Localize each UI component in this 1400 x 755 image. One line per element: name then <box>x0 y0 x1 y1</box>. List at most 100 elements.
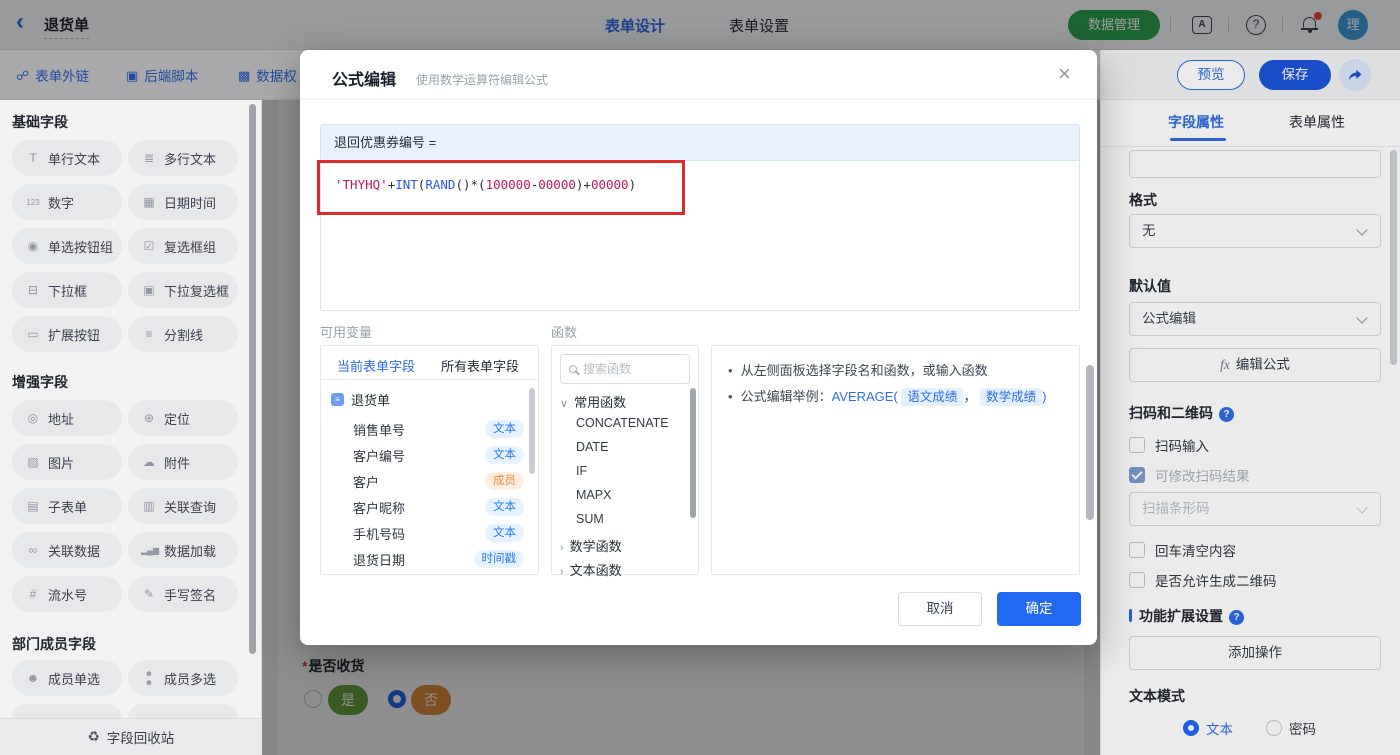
sidebar-item-member-single[interactable]: ☻ 成员单选 <box>12 660 122 696</box>
close-icon[interactable]: × <box>1058 61 1071 87</box>
functions-scrollbar[interactable] <box>690 388 696 518</box>
add-action-button[interactable]: 添加操作 <box>1129 636 1381 670</box>
panel-scrollbar[interactable] <box>1390 150 1397 365</box>
function-item-sum[interactable]: SUM <box>576 512 604 526</box>
variable-type-badge: 时间戳 <box>473 549 524 569</box>
caret-right-icon: › <box>560 566 564 578</box>
variables-scrollbar[interactable] <box>529 388 535 474</box>
help-icon[interactable]: ? <box>1246 15 1266 35</box>
properties-panel: 预览 保存 字段属性 表单属性 格式 无 默认值 公式编辑 fx 编辑公式 扫码和… <box>1100 50 1400 755</box>
sidebar-item-number[interactable]: 123 数字 <box>12 184 122 220</box>
tab-form-properties[interactable]: 表单属性 <box>1289 112 1345 132</box>
default-value-select[interactable]: 公式编辑 <box>1129 302 1381 336</box>
radio-text-selected[interactable] <box>1183 720 1199 736</box>
sidebar-item-attachment[interactable]: ☁ 附件 <box>128 444 238 480</box>
scan-input-checkbox-row[interactable]: 扫码输入 <box>1129 435 1209 455</box>
sidebar-item-radio-group[interactable]: ◉ 单选按钮组 <box>12 228 122 264</box>
dropdown-multi-icon: ▣ <box>143 283 155 297</box>
sidebar-item-label: 成员单选 <box>48 671 101 687</box>
checkbox-unchecked-icon[interactable] <box>1129 542 1145 558</box>
function-group-expanded[interactable]: ∨ 常用函数 <box>560 392 626 411</box>
variable-row-customer-nickname[interactable]: 客户昵称 文本 <box>353 494 524 520</box>
field-recycle-bin[interactable]: ♻ 字段回收站 <box>0 718 262 755</box>
sidebar-item-image[interactable]: ▨ 图片 <box>12 444 122 480</box>
receive-yes-pill[interactable]: 是 <box>328 685 368 715</box>
share-button[interactable] <box>1339 59 1371 91</box>
sidebar-item-datetime[interactable]: ▦ 日期时间 <box>128 184 238 220</box>
variable-row-customer-no[interactable]: 客户编号 文本 <box>353 442 524 468</box>
confirm-button[interactable]: 确定 <box>997 592 1081 626</box>
sidebar-item-partial[interactable] <box>12 704 122 718</box>
allow-qr-checkbox-row[interactable]: 是否允许生成二维码 <box>1129 570 1277 590</box>
radio-password[interactable] <box>1266 720 1282 736</box>
sidebar-item-checkbox-group[interactable]: ☑ 复选框组 <box>128 228 238 264</box>
script-icon: ▣ <box>126 67 139 83</box>
cancel-button[interactable]: 取消 <box>898 592 982 626</box>
preview-button[interactable]: 预览 <box>1177 60 1245 90</box>
checkbox-unchecked-icon[interactable] <box>1129 572 1145 588</box>
form-title[interactable]: 退货单 <box>44 14 90 39</box>
function-search-input[interactable] <box>583 362 673 376</box>
receive-yes-radio[interactable] <box>304 690 322 708</box>
data-permission-button[interactable]: ▩ 数据权 <box>238 65 297 85</box>
format-select[interactable]: 无 <box>1129 214 1381 248</box>
variable-row-mobile-number[interactable]: 手机号码 文本 <box>353 520 524 546</box>
function-item-date[interactable]: DATE <box>576 440 608 454</box>
edit-formula-button[interactable]: fx 编辑公式 <box>1129 348 1381 382</box>
form-external-link-button[interactable]: ☍ 表单外链 <box>16 65 89 85</box>
sidebar-item-single-line-text[interactable]: T 单行文本 <box>12 140 122 176</box>
sidebar-item-linked-data[interactable]: ∞ 关联数据 <box>12 532 122 568</box>
formula-editor[interactable]: 退回优惠券编号 = 'THYHQ'+INT(RAND()*(100000-000… <box>320 124 1080 311</box>
function-item-mapx[interactable]: MAPX <box>576 488 611 502</box>
docs-icon[interactable]: A <box>1192 16 1212 34</box>
notification-bell-icon[interactable] <box>1300 12 1322 34</box>
sidebar-item-address[interactable]: ◎ 地址 <box>12 400 122 436</box>
tab-field-properties[interactable]: 字段属性 <box>1168 112 1224 132</box>
sidebar-item-linked-query[interactable]: ▥ 关联查询 <box>128 488 238 524</box>
variable-row-return-date[interactable]: 退货日期 时间戳 <box>353 546 524 572</box>
content-scrollbar[interactable] <box>1086 365 1094 520</box>
user-avatar[interactable]: 理 <box>1338 10 1368 40</box>
sidebar-item-signature[interactable]: ✎ 手写签名 <box>128 576 238 612</box>
back-icon[interactable]: ‹ <box>16 8 24 36</box>
save-button[interactable]: 保存 <box>1259 60 1331 90</box>
sidebar-item-serial-number[interactable]: # 流水号 <box>12 576 122 612</box>
receive-no-radio[interactable] <box>388 690 406 708</box>
function-group-collapsed[interactable]: › 数学函数 <box>560 536 622 555</box>
function-group-collapsed[interactable]: › 文本函数 <box>560 560 622 579</box>
variable-row-customer[interactable]: 客户 成员 <box>353 468 524 494</box>
variable-row-sales-order-no[interactable]: 销售单号 文本 <box>353 416 524 442</box>
tab-current-form-fields[interactable]: 当前表单字段 <box>337 356 415 375</box>
data-manage-button[interactable]: 数据管理 <box>1068 10 1161 40</box>
help-circle-icon[interactable]: ? <box>1219 407 1234 422</box>
sidebar-item-multi-line-text[interactable]: ≣ 多行文本 <box>128 140 238 176</box>
variables-root-node[interactable]: ≡ 退货单 <box>331 390 390 409</box>
enter-clear-checkbox-row[interactable]: 回车清空内容 <box>1129 540 1236 560</box>
tab-form-settings[interactable]: 表单设置 <box>729 15 789 36</box>
sidebar-scrollbar[interactable] <box>249 104 256 654</box>
help-circle-icon[interactable]: ? <box>1229 610 1244 625</box>
formula-expression[interactable]: 'THYHQ'+INT(RAND()*(100000-00000)+00000) <box>335 177 636 192</box>
checkbox-checked-icon[interactable] <box>1129 467 1145 483</box>
sidebar-item-data-load[interactable]: ▂▄▆ 数据加载 <box>128 532 238 568</box>
field-title-input[interactable] <box>1129 150 1381 178</box>
function-item-concatenate[interactable]: CONCATENATE <box>576 416 669 430</box>
sidebar-item-subform[interactable]: ▤ 子表单 <box>12 488 122 524</box>
tab-all-form-fields[interactable]: 所有表单字段 <box>441 356 519 375</box>
function-search[interactable] <box>560 354 690 384</box>
barcode-select[interactable]: 扫描条形码 <box>1129 492 1381 526</box>
sidebar-item-divider[interactable]: ≡ 分割线 <box>128 316 238 352</box>
modify-scan-checkbox-row[interactable]: 可修改扫码结果 <box>1129 465 1250 485</box>
tab-form-design[interactable]: 表单设计 <box>605 15 665 36</box>
receive-no-pill[interactable]: 否 <box>411 685 451 715</box>
sidebar-item-partial[interactable] <box>128 704 238 718</box>
sidebar-item-extend-button[interactable]: ▭ 扩展按钮 <box>12 316 122 352</box>
sidebar-item-member-multi[interactable]: ☻☻ 成员多选 <box>128 660 238 696</box>
sidebar-item-dropdown-multi[interactable]: ▣ 下拉复选框 <box>128 272 238 308</box>
attachment-icon: ☁ <box>143 455 155 469</box>
checkbox-unchecked-icon[interactable] <box>1129 437 1145 453</box>
function-item-if[interactable]: IF <box>576 464 587 478</box>
sidebar-item-location[interactable]: ⊕ 定位 <box>128 400 238 436</box>
sidebar-item-dropdown[interactable]: ⊟ 下拉框 <box>12 272 122 308</box>
backend-script-button[interactable]: ▣ 后端脚本 <box>126 65 198 85</box>
